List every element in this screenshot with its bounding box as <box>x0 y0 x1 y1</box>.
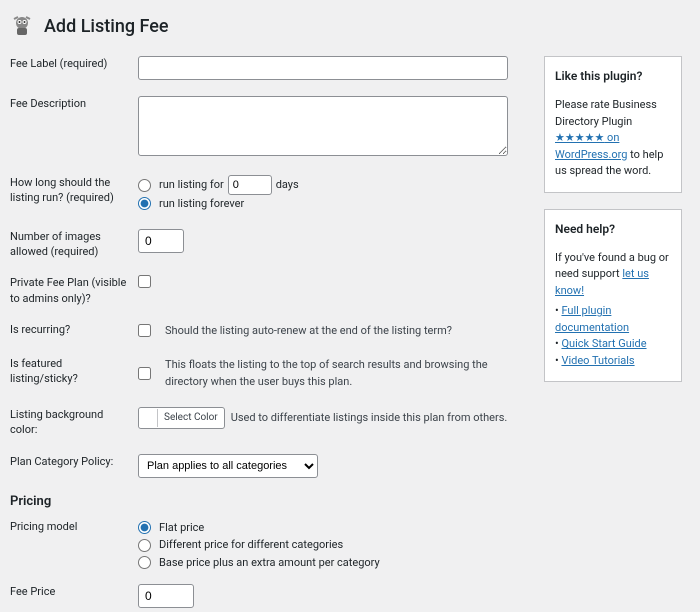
run-forever-label: run listing forever <box>159 195 244 213</box>
fee-description-label: Fee Description <box>10 96 138 111</box>
color-preview-icon <box>139 409 158 427</box>
run-for-radio[interactable] <box>138 179 151 192</box>
help-link-quickstart[interactable]: Quick Start Guide <box>561 337 646 350</box>
plugin-logo-icon <box>10 14 34 38</box>
featured-checkbox[interactable] <box>138 367 151 380</box>
like-plugin-box: Like this plugin? Please rate Business D… <box>544 56 682 193</box>
help-link-videos[interactable]: Video Tutorials <box>561 354 634 367</box>
fee-price-input[interactable] <box>138 584 194 608</box>
pricing-heading: Pricing <box>10 494 524 509</box>
private-plan-label: Private Fee Plan (visible to admins only… <box>10 275 138 306</box>
fee-description-textarea[interactable] <box>138 96 508 156</box>
pricing-flat-label: Flat price <box>159 519 204 537</box>
run-for-label-suffix: days <box>276 176 299 194</box>
featured-hint: This floats the listing to the top of se… <box>165 356 524 391</box>
category-policy-label: Plan Category Policy: <box>10 454 138 469</box>
run-for-days-input[interactable] <box>228 175 272 195</box>
images-allowed-input[interactable] <box>138 229 184 253</box>
pricing-flat-radio[interactable] <box>138 521 151 534</box>
bg-color-label: Listing background color: <box>10 407 138 438</box>
run-length-label: How long should the listing run? (requir… <box>10 175 138 206</box>
rate-link[interactable]: ★★★★★ on WordPress.org <box>555 131 627 161</box>
pricing-base-extra-label: Base price plus an extra amount per cate… <box>159 554 380 572</box>
select-color-label: Select Color <box>158 412 224 423</box>
pricing-base-extra-radio[interactable] <box>138 556 151 569</box>
run-for-label-prefix: run listing for <box>159 176 224 194</box>
page-header: Add Listing Fee <box>10 10 682 42</box>
page-title: Add Listing Fee <box>44 16 169 37</box>
need-help-box: Need help? If you've found a bug or need… <box>544 209 682 383</box>
pricing-diff-radio[interactable] <box>138 539 151 552</box>
recurring-checkbox[interactable] <box>138 324 151 337</box>
help-text1: If you've found a bug or need support <box>555 251 669 281</box>
need-help-title: Need help? <box>555 220 671 238</box>
stars-icon: ★★★★★ <box>555 131 604 144</box>
featured-label: Is featured listing/sticky? <box>10 356 138 387</box>
bg-color-hint: Used to differentiate listings inside th… <box>231 411 508 424</box>
fee-price-label: Fee Price <box>10 584 138 599</box>
recurring-hint: Should the listing auto-renew at the end… <box>165 322 452 340</box>
like-text1: Please rate <box>555 98 612 111</box>
images-allowed-label: Number of images allowed (required) <box>10 229 138 260</box>
pricing-diff-label: Different price for different categories <box>159 536 343 554</box>
like-plugin-title: Like this plugin? <box>555 67 671 85</box>
private-plan-checkbox[interactable] <box>138 275 151 288</box>
run-forever-radio[interactable] <box>138 197 151 210</box>
fee-label-input[interactable] <box>138 56 508 80</box>
select-color-button[interactable]: Select Color <box>138 407 225 429</box>
fee-label-label: Fee Label (required) <box>10 56 138 71</box>
recurring-label: Is recurring? <box>10 322 138 337</box>
category-policy-select[interactable]: Plan applies to all categories <box>138 454 318 478</box>
help-link-docs[interactable]: Full plugin documentation <box>555 304 629 334</box>
pricing-model-label: Pricing model <box>10 519 138 534</box>
